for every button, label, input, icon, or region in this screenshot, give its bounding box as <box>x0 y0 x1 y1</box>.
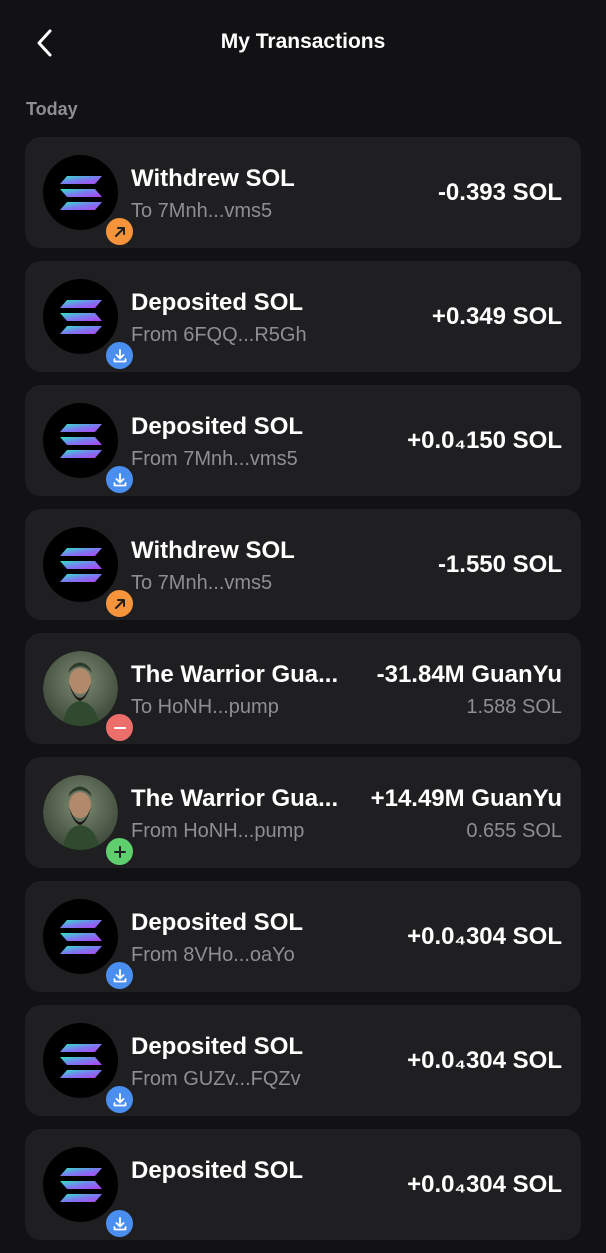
solana-logo <box>60 548 102 582</box>
transaction-address: From 7Mnh...vms5 <box>131 448 298 470</box>
transaction-avatar <box>43 651 135 743</box>
transaction-row[interactable]: The Warrior Gua... To HoNH...pump -31.84… <box>25 633 581 744</box>
transaction-row[interactable]: Deposited SOL From 7Mnh...vms5 +0.0₄150 … <box>25 385 581 496</box>
download-icon <box>113 1216 126 1230</box>
warrior-token-image <box>43 775 118 850</box>
transaction-name: Deposited SOL <box>131 1157 304 1184</box>
transaction-row[interactable]: Withdrew SOL To 7Mnh...vms5 -1.550 SOL <box>25 509 581 620</box>
transaction-name: Deposited SOL <box>131 1033 304 1060</box>
transaction-address: From 6FQQ...R5Gh <box>131 324 307 346</box>
transaction-name: Deposited SOL <box>131 289 304 316</box>
transaction-row[interactable]: The Warrior Gua... From HoNH...pump +14.… <box>25 757 581 868</box>
transaction-amount: -31.84M GuanYu <box>376 661 562 688</box>
section-label-today: Today <box>26 99 78 119</box>
transaction-address: To HoNH...pump <box>131 696 279 718</box>
transaction-amount-sol: 1.588 SOL <box>466 696 562 718</box>
transaction-avatar <box>43 1147 135 1239</box>
transaction-avatar <box>43 527 135 619</box>
transaction-address: To 7Mnh...vms5 <box>131 572 273 594</box>
arrow-up-right-icon <box>114 226 125 237</box>
transaction-amount: +0.0₄150 SOL <box>407 427 562 454</box>
download-icon <box>113 348 126 362</box>
download-icon <box>113 472 126 486</box>
transaction-row[interactable]: Withdrew SOL To 7Mnh...vms5 -0.393 SOL <box>25 137 581 248</box>
solana-logo <box>60 1044 102 1078</box>
transaction-address: To 7Mnh...vms5 <box>131 200 273 222</box>
warrior-token-image <box>43 651 118 726</box>
transaction-name: Withdrew SOL <box>131 537 295 564</box>
deposit-badge <box>104 1208 135 1239</box>
transaction-row[interactable]: Deposited SOL From 8VHo...oaYo +0.0₄304 … <box>25 881 581 992</box>
solana-logo <box>60 424 102 458</box>
transaction-amount: +0.0₄304 SOL <box>407 1171 562 1198</box>
transaction-avatar <box>43 775 135 867</box>
transaction-row[interactable]: Deposited SOL From GUZv...FQZv +0.0₄304 … <box>25 1005 581 1116</box>
transaction-avatar <box>43 899 135 991</box>
transaction-name: Deposited SOL <box>131 909 304 936</box>
arrow-up-right-icon <box>114 598 125 609</box>
transaction-amount: +0.0₄304 SOL <box>407 923 562 950</box>
transaction-address: From 8VHo...oaYo <box>131 944 295 966</box>
transaction-address: From GUZv...FQZv <box>131 1068 301 1090</box>
page-title: My Transactions <box>220 30 386 53</box>
transaction-name: The Warrior Gua... <box>131 661 339 688</box>
transaction-list: Withdrew SOL To 7Mnh...vms5 -0.393 SOL D… <box>25 137 581 1253</box>
transaction-amount-sol: 0.655 SOL <box>466 820 562 842</box>
transaction-address: From HoNH...pump <box>131 820 305 842</box>
download-icon <box>113 968 126 982</box>
transaction-amount: +0.0₄304 SOL <box>407 1047 562 1074</box>
transaction-row[interactable]: Deposited SOL +0.0₄304 SOL <box>25 1129 581 1240</box>
transaction-amount: -1.550 SOL <box>437 551 562 578</box>
transaction-avatar <box>43 403 135 495</box>
solana-logo <box>60 176 102 210</box>
transaction-amount: +14.49M GuanYu <box>370 785 562 812</box>
transaction-avatar <box>43 155 135 247</box>
header: My Transactions <box>0 0 606 90</box>
minus-icon <box>113 726 126 729</box>
transaction-name: Withdrew SOL <box>131 165 295 192</box>
solana-logo <box>60 920 102 954</box>
plus-icon <box>113 845 126 858</box>
transaction-avatar <box>43 1023 135 1115</box>
transaction-amount: -0.393 SOL <box>437 179 562 206</box>
download-icon <box>113 1092 126 1106</box>
transaction-name: The Warrior Gua... <box>131 785 339 812</box>
solana-logo <box>60 1168 102 1202</box>
transaction-avatar <box>43 279 135 371</box>
transaction-name: Deposited SOL <box>131 413 304 440</box>
transaction-row[interactable]: Deposited SOL From 6FQQ...R5Gh +0.349 SO… <box>25 261 581 372</box>
solana-logo <box>60 300 102 334</box>
transaction-amount: +0.349 SOL <box>431 303 562 330</box>
